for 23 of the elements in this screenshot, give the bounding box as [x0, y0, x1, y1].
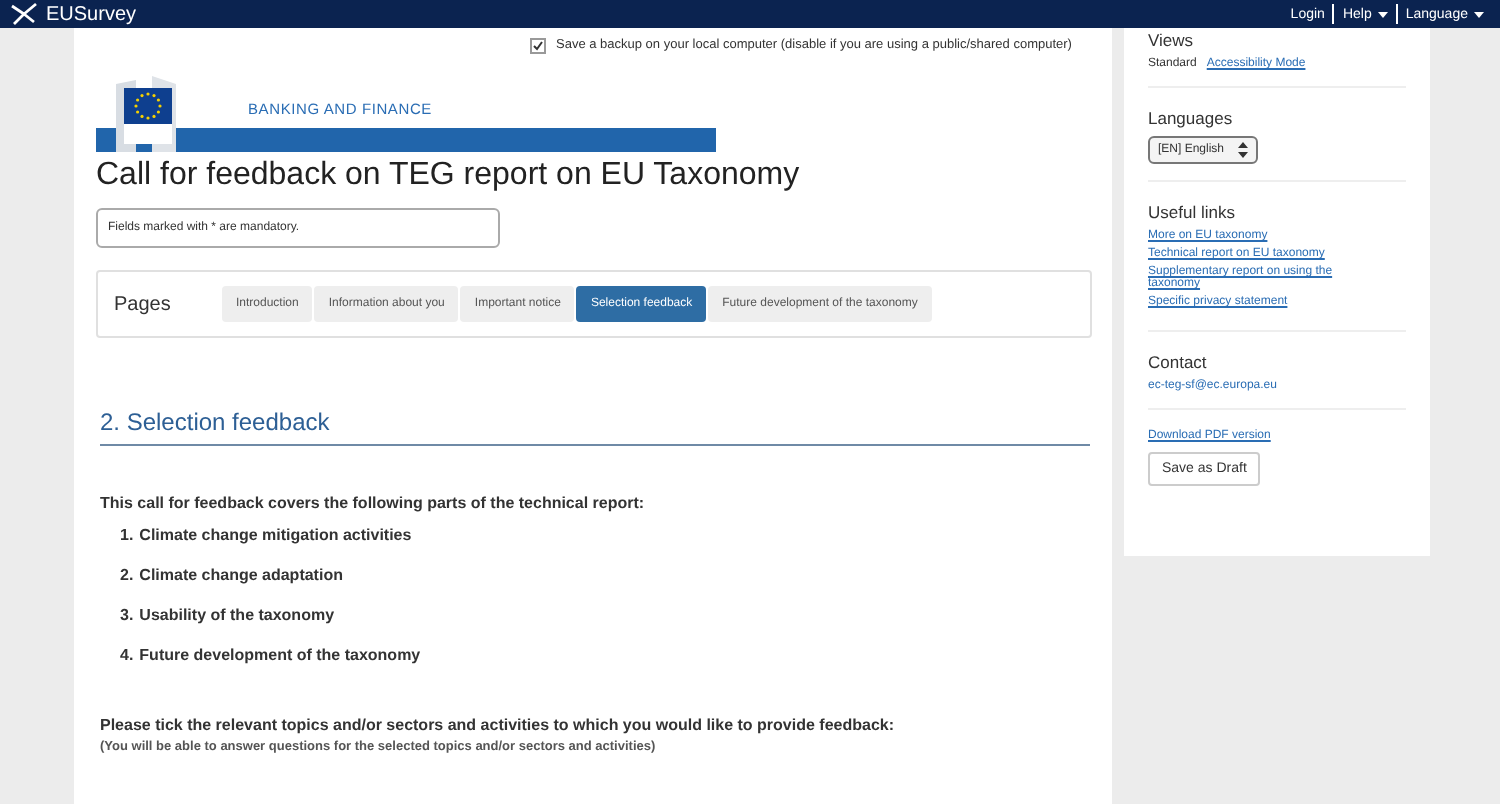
intro-text: This call for feedback covers the following parts of the technical report:	[100, 494, 647, 512]
list-number: 1.	[120, 526, 134, 544]
updown-icon	[1238, 142, 1249, 158]
views-heading: Views	[1148, 30, 1194, 50]
caret-icon	[1474, 11, 1484, 17]
useful-links-heading: Useful links	[1148, 202, 1235, 222]
logo-icon	[10, 2, 38, 26]
brand-name[interactable]: EUSurvey	[46, 3, 137, 25]
list-number: 2.	[120, 566, 134, 584]
caret-icon	[1377, 11, 1388, 17]
question-text: Please tick the relevant topics and/or sectors and activities to which you would like to provide feedback:	[100, 716, 896, 734]
survey-title: Call for feedback on TEG report on EU Taxonomy	[96, 158, 802, 194]
backup-checkbox[interactable]	[530, 37, 546, 53]
list-number: 4.	[120, 646, 134, 664]
list-item: Usability of the taxonomy	[139, 606, 335, 624]
list-item: Climate change adaptation	[139, 566, 343, 584]
list-item: Future development of the taxonomy	[139, 646, 421, 664]
list-item: Climate change mitigation activities	[139, 526, 412, 544]
list-number: 3.	[120, 606, 134, 624]
pages-label: Pages	[114, 293, 173, 315]
contact-heading: Contact	[1148, 352, 1207, 372]
section-heading: 2. Selection feedback	[100, 408, 332, 436]
languages-heading: Languages	[1148, 108, 1233, 128]
